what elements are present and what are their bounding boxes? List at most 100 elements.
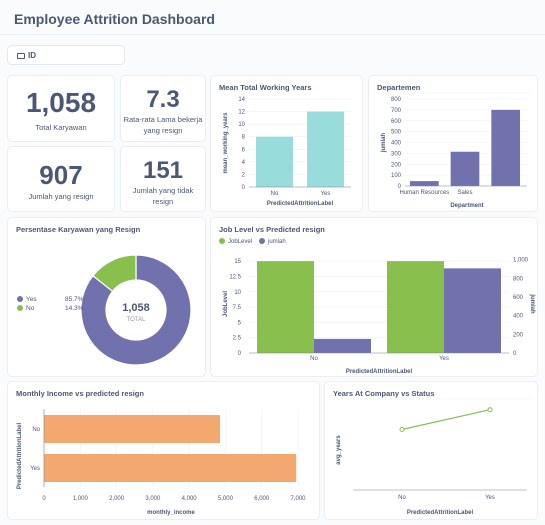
dashboard-title: Employee Attrition Dashboard: [14, 11, 215, 27]
x-tick-label: No: [398, 495, 406, 501]
chart-card-monthly-income: Monthly Income vs predicted resign 0 1,00…: [7, 381, 320, 520]
x-tick-label: Yes: [439, 356, 449, 362]
kpi-total-karyawan-value: 1,058: [25, 87, 97, 118]
y-tick-label: 600: [391, 119, 402, 125]
x-tick-label: 6,000: [254, 496, 270, 502]
job-level-chart: JobLevel jumlah 0 2.5 5 7.5 10 12.5 15 0 200 400 600…: [219, 238, 535, 375]
y2-tick-label: 400: [513, 314, 524, 320]
kpi-total-karyawan-label: Total Karyawan: [35, 123, 87, 132]
kpi-rata-rata: 7.3 Rata-rata Lama bekerja yang resign: [120, 75, 206, 142]
mean-working-years-chart: 0 2 4 6 8 10 12 14 No Yes PredictedAttritionLabel m…: [223, 97, 351, 207]
bar: [44, 415, 220, 443]
x-tick-label: No: [271, 191, 279, 197]
id-filter-label: ID: [28, 51, 36, 60]
legend-label: No: [26, 305, 35, 312]
x-tick-label: No: [310, 356, 318, 362]
legend-label: jumlah: [267, 239, 286, 245]
kpi-jumlah-tidak: 151 Jumlah yang tidak resign: [120, 146, 206, 212]
x-tick-label: Yes: [321, 191, 331, 197]
kpi-jumlah-resign-label: Jumlah yang resign: [28, 192, 94, 201]
x-tick-label: 3,000: [145, 496, 161, 502]
legend-value: 14.3%: [65, 305, 84, 312]
persentase-donut-chart: 1,058 TOTAL Yes 85.7% No 14.3%: [17, 254, 192, 366]
y-tick-label: 6: [242, 147, 246, 153]
chart-card-persentase: Persentase Karyawan yang Resign 1,058 TOT…: [7, 217, 206, 377]
bar: [314, 338, 371, 353]
y-axis-label: avg_years: [336, 435, 342, 465]
bar: [307, 111, 344, 187]
tag-icon: [17, 53, 25, 59]
y-tick-label: No: [32, 427, 40, 433]
chart-card-mean-working-years: Mean Total Working Years 0 2 4 6 8 10 12 14 No Ye…: [210, 75, 363, 212]
header-divider: [0, 34, 545, 35]
y2-tick-label: 1,000: [513, 258, 529, 264]
legend-dot: [259, 238, 265, 244]
chart-card-years-at-company: Years At Company vs Status No Yes Predicte…: [324, 381, 538, 520]
y-tick-label: 100: [391, 173, 402, 179]
x-tick-label: Yes: [485, 495, 495, 501]
y-axis-label: jumlah: [381, 133, 387, 154]
series-line: [401, 409, 491, 431]
chart-card-departemen: Departemen 0 100 200 300 400 500 600 700 800 Huma…: [368, 75, 538, 212]
y-tick-label: 5: [238, 320, 242, 326]
donut-center-label: TOTAL: [127, 317, 146, 323]
kpi-rata-rata-value: 7.3: [146, 86, 180, 113]
kpi-jumlah-tidak-label-2: resign: [152, 197, 174, 206]
kpi-jumlah-resign-value: 907: [39, 160, 83, 190]
y-tick-label: 7.5: [233, 305, 242, 311]
y-tick-label: 2.5: [233, 336, 242, 342]
x-tick-label: Human Resources: [399, 190, 449, 196]
bar: [257, 261, 314, 353]
monthly-income-chart: 0 1,000 2,000 3,000 4,000 5,000 6,000 7,000 No Ye…: [17, 409, 306, 516]
y2-tick-label: 0: [513, 351, 517, 357]
chart-card-job-level: Job Level vs Predicted resign JobLevel ju…: [210, 217, 538, 377]
legend-label: Yes: [26, 296, 37, 303]
x-tick-label: 1,000: [73, 496, 89, 502]
y2-tick-label: 800: [513, 276, 524, 282]
bar: [444, 268, 501, 353]
y-axis-label: PredictedAttritionLabel: [17, 422, 23, 489]
kpi-jumlah-resign: 907 Jumlah yang resign: [7, 146, 115, 212]
y-axis-label: mean_working_years: [223, 112, 229, 174]
departemen-chart: 0100200300400500600700800Human Resources…: [377, 92, 531, 209]
y-tick-label: 0: [242, 185, 246, 191]
y-axis-label: JobLevel: [223, 291, 229, 317]
kpi-jumlah-tidak-label-1: Jumlah yang tidak: [132, 186, 194, 195]
x-tick-label: 0: [42, 496, 46, 502]
legend-dot: [17, 305, 23, 311]
y-tick-label: 0: [238, 351, 242, 357]
bar: [256, 136, 293, 187]
y-tick-label: 4: [242, 160, 246, 166]
y-tick-label: Yes: [30, 466, 40, 472]
x-tick-label: 7,000: [290, 496, 306, 502]
x-tick-label: Sales: [457, 190, 472, 196]
x-axis-label: Department: [450, 203, 483, 209]
legend-dot: [17, 296, 23, 302]
y-tick-label: 300: [391, 151, 402, 157]
y-tick-label: 10: [234, 290, 241, 296]
x-axis-label: PredictedAttritionLabel: [346, 369, 413, 375]
legend-dot: [219, 238, 225, 244]
kpi-jumlah-tidak-value: 151: [142, 157, 184, 184]
y-tick-label: 12: [238, 110, 245, 116]
y-tick-label: 800: [391, 97, 402, 103]
donut-center-value: 1,058: [122, 302, 150, 314]
y2-axis-label: jumlah: [529, 293, 535, 314]
bar: [410, 181, 439, 186]
y2-tick-label: 600: [513, 295, 524, 301]
legend-label: JobLevel: [228, 239, 252, 245]
x-axis-label: PredictedAttritionLabel: [407, 510, 474, 516]
y-tick-label: 10: [238, 122, 245, 128]
x-tick-label: 5,000: [218, 496, 234, 502]
y-tick-label: 12.5: [229, 274, 241, 280]
y2-tick-label: 200: [513, 332, 524, 338]
bar: [387, 261, 444, 353]
id-filter[interactable]: ID: [7, 45, 125, 65]
bar: [450, 151, 480, 186]
y-tick-label: 2: [242, 172, 246, 178]
data-point: [487, 407, 493, 413]
x-axis-label: PredictedAttritionLabel: [267, 201, 334, 207]
y-tick-label: 400: [391, 141, 402, 147]
years-at-company-chart: No Yes PredictedAttritionLabel avg_years: [333, 398, 531, 516]
legend-value: 85.7%: [65, 296, 84, 303]
